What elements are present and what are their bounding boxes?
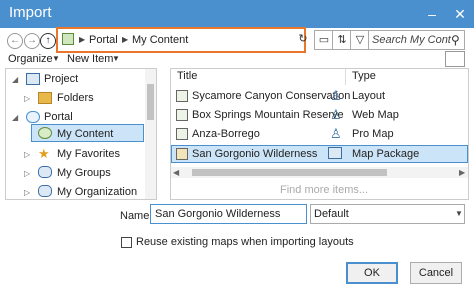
search-placeholder: Search My Cont: [372, 34, 451, 46]
new-item-menu[interactable]: New Item: [67, 53, 113, 65]
folder-icon: [38, 92, 52, 104]
view-options-icon[interactable]: [445, 51, 465, 67]
map-package-item-icon: [176, 148, 188, 160]
window-title: Import: [9, 4, 52, 21]
web-map-item-icon: [176, 109, 188, 121]
cancel-button[interactable]: Cancel: [410, 262, 462, 284]
minimize-button[interactable]: –: [418, 0, 446, 28]
tree-item-project[interactable]: Project: [44, 73, 78, 85]
reuse-maps-label[interactable]: Reuse existing maps when importing layou…: [136, 236, 354, 248]
portal-location-icon: [62, 33, 74, 45]
reuse-maps-checkbox[interactable]: [121, 237, 132, 248]
table-row-type: Web Map: [352, 109, 399, 121]
project-icon: [26, 73, 40, 85]
column-header-type[interactable]: Type: [352, 70, 376, 82]
scroll-left-icon[interactable]: ◀: [173, 168, 179, 177]
table-row-type: Map Package: [352, 148, 420, 160]
filter-icon[interactable]: ▽: [350, 30, 370, 50]
scroll-right-icon[interactable]: ▶: [459, 168, 465, 177]
title-bar: [0, 0, 474, 28]
table-row-type: Layout: [352, 90, 386, 102]
table-row-title[interactable]: Anza-Borrego: [192, 128, 260, 140]
tree-item-portal[interactable]: Portal: [44, 111, 73, 123]
tree-item-my-favorites[interactable]: My Favorites: [57, 148, 120, 160]
tree-item-folders[interactable]: Folders: [57, 92, 94, 104]
tree-scrollbar-thumb[interactable]: [147, 84, 154, 120]
web-map-type-icon: ♙: [330, 107, 342, 122]
layout-item-icon: [176, 90, 188, 102]
group-icon: [38, 166, 52, 178]
column-divider: [345, 69, 346, 85]
organize-menu[interactable]: Organize: [8, 53, 53, 65]
pro-map-type-icon: ♙: [330, 126, 342, 141]
forward-arrow-icon[interactable]: →: [24, 33, 40, 49]
breadcrumb-separator-icon: ▶: [79, 35, 86, 44]
name-label: Name: [120, 210, 150, 222]
star-icon: ★: [38, 146, 50, 161]
breadcrumb-portal[interactable]: Portal: [89, 34, 118, 46]
up-arrow-icon[interactable]: ↑: [40, 33, 56, 49]
map-package-type-icon: [328, 147, 342, 159]
refresh-icon[interactable]: ↻: [293, 30, 313, 50]
breadcrumb-my-content[interactable]: My Content: [132, 34, 188, 46]
organization-icon: [38, 185, 52, 197]
ok-button[interactable]: OK: [346, 262, 398, 284]
tree-item-my-organization[interactable]: My Organization: [57, 186, 137, 198]
expand-collapse-icon[interactable]: ◢: [12, 113, 18, 122]
tree-item-my-content[interactable]: My Content: [57, 128, 113, 140]
items-scrollbar-thumb[interactable]: [192, 169, 387, 176]
expand-collapse-icon[interactable]: ◢: [12, 75, 18, 84]
expand-arrow-icon[interactable]: ▷: [24, 150, 30, 159]
table-row-title[interactable]: Sycamore Canyon Conservation: [192, 90, 350, 102]
table-row-type: Pro Map: [352, 128, 394, 140]
search-icon[interactable]: ⚲: [451, 33, 460, 47]
column-header-title[interactable]: Title: [177, 70, 197, 82]
close-button[interactable]: ✕: [446, 0, 474, 28]
type-dropdown-value: Default: [314, 208, 349, 220]
expand-arrow-icon[interactable]: ▷: [24, 169, 30, 178]
folder-view-icon[interactable]: ▭: [314, 30, 334, 50]
user-icon: [38, 127, 52, 139]
sort-icon[interactable]: ⇅: [332, 30, 352, 50]
chevron-down-icon[interactable]: ▼: [455, 209, 463, 218]
breadcrumb-separator-icon: ▶: [122, 35, 129, 44]
back-arrow-icon[interactable]: ←: [7, 33, 23, 49]
tree-item-my-groups[interactable]: My Groups: [57, 167, 111, 179]
chevron-down-icon[interactable]: ▼: [52, 54, 60, 63]
table-row-title[interactable]: Box Springs Mountain Reserve: [192, 109, 344, 121]
expand-arrow-icon[interactable]: ▷: [24, 94, 30, 103]
chevron-down-icon[interactable]: ▼: [112, 54, 120, 63]
cloud-icon: [26, 111, 40, 123]
pro-map-item-icon: [176, 128, 188, 140]
layout-type-icon: ♙: [330, 88, 342, 103]
find-more-items-link[interactable]: Find more items...: [280, 184, 368, 196]
table-row-title[interactable]: San Gorgonio Wilderness: [192, 148, 317, 160]
name-field[interactable]: [150, 204, 307, 224]
expand-arrow-icon[interactable]: ▷: [24, 188, 30, 197]
